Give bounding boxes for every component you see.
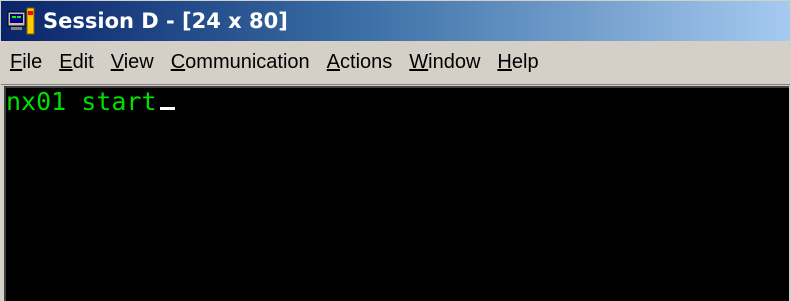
- terminal-session-icon[interactable]: [7, 6, 37, 36]
- title-bar[interactable]: Session D - [24 x 80]: [1, 1, 790, 41]
- menu-communication[interactable]: Communication: [162, 47, 318, 78]
- menu-edit[interactable]: Edit: [50, 47, 101, 78]
- terminal-line: nx01 start: [6, 88, 175, 116]
- text-cursor: [159, 107, 175, 110]
- window-title: Session D - [24 x 80]: [43, 9, 288, 33]
- menu-actions[interactable]: Actions: [318, 47, 401, 78]
- session-window: Session D - [24 x 80] File Edit View Com…: [0, 0, 791, 301]
- menu-window[interactable]: Window: [400, 47, 488, 78]
- menu-view[interactable]: View: [102, 47, 162, 78]
- menu-help[interactable]: Help: [488, 47, 546, 78]
- terminal-screen[interactable]: nx01 start: [4, 86, 789, 301]
- terminal-text: nx01 start: [6, 87, 157, 116]
- menu-file[interactable]: File: [1, 47, 50, 78]
- menu-bar: File Edit View Communication Actions Win…: [1, 41, 790, 85]
